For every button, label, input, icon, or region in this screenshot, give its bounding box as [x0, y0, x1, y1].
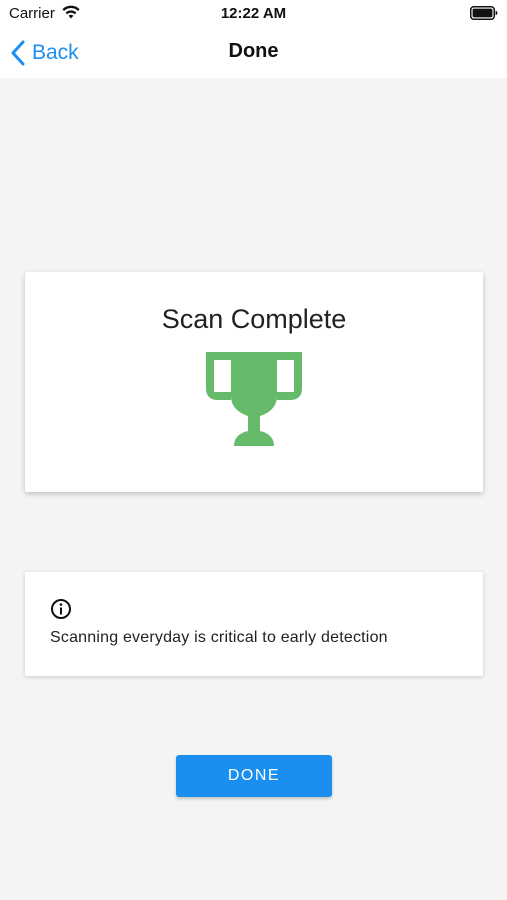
scan-result-title: Scan Complete: [161, 304, 347, 334]
battery-icon: [470, 6, 498, 20]
info-icon: [51, 599, 71, 619]
info-card: Scanning everyday is critical to early d…: [25, 572, 483, 676]
navigation-bar: Back Done: [0, 28, 507, 78]
clock: 12:22 AM: [220, 5, 287, 22]
info-message: Scanning everyday is critical to early d…: [50, 629, 388, 646]
page-title: Done: [228, 40, 279, 62]
done-button[interactable]: DONE: [176, 755, 332, 797]
status-bar: Carrier 12:22 AM: [0, 0, 507, 28]
trophy-icon: [206, 352, 302, 446]
scan-result-card: Scan Complete: [25, 272, 483, 492]
